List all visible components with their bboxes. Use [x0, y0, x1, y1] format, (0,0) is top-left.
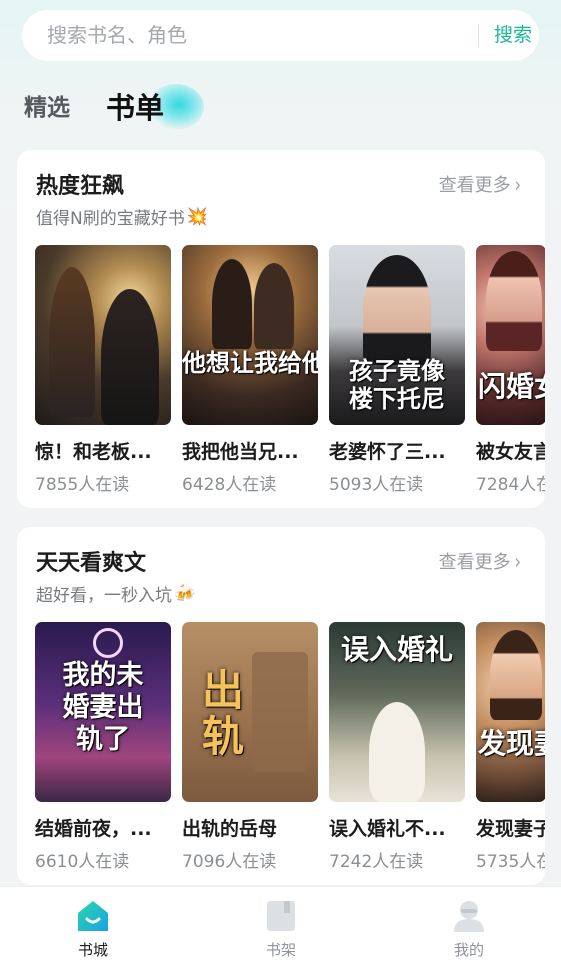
book-cover: 我的未婚妻出轨了 — [35, 622, 171, 802]
book-cover: 他想让我给他生孩子 — [182, 245, 318, 425]
book-cover: 孩子竟像楼下托尼 — [329, 245, 465, 425]
nav-item-bookshelf[interactable]: 书架 — [221, 887, 341, 974]
book-title: 被女友言 — [476, 441, 545, 463]
book-shelf-icon — [267, 901, 295, 931]
see-more-link[interactable]: 查看更多 › — [439, 548, 521, 574]
book-title: 老婆怀了三... — [329, 441, 446, 463]
cheers-emoji-icon: 🍻 — [174, 583, 196, 604]
cover-building — [252, 652, 308, 772]
cover-title: 孩子竟像楼下托尼 — [349, 356, 445, 413]
book-card[interactable]: 闪婚女 被女友言 7284人在 — [476, 245, 545, 495]
book-title: 发现妻子 — [476, 818, 545, 840]
cover-figure — [363, 255, 431, 365]
book-readers: 7242人在读 — [329, 852, 424, 872]
cover-figure — [101, 289, 159, 425]
book-readers: 5735人在 — [476, 852, 545, 872]
cover-title: 误入婚礼 — [340, 633, 453, 666]
book-readers: 7284人在 — [476, 475, 545, 495]
chevron-right-icon: › — [514, 548, 521, 574]
search-divider — [478, 24, 479, 47]
cover-figure — [49, 267, 95, 417]
book-title: 结婚前夜，... — [35, 818, 152, 840]
search-bar: 搜索书名、角色 搜索 — [22, 10, 539, 61]
cover-moon-icon — [93, 628, 123, 658]
top-tabs: 精选 书单 — [24, 84, 324, 132]
search-button[interactable]: 搜索 — [494, 10, 532, 61]
section-card-daily: 天天看爽文 查看更多 › 超好看，一秒入坑 🍻 我的未婚妻出轨了 结婚前夜，..… — [17, 527, 545, 885]
tab-featured[interactable]: 精选 — [24, 84, 70, 132]
book-row: 惊！和老板... 7855人在读 他想让我给他生孩子 我把他当兄... 6428… — [35, 245, 545, 505]
book-title: 出轨的岳母 — [182, 818, 278, 840]
section-card-hot: 热度狂飙 查看更多 › 值得N刷的宝藏好书 💥 惊！和老板... 7855人在读… — [17, 150, 545, 508]
book-readers: 7096人在读 — [182, 852, 277, 872]
section-subtitle-text: 超好看，一秒入坑 — [36, 586, 172, 606]
nav-label: 书城 — [77, 941, 108, 959]
nav-item-profile[interactable]: 我的 — [409, 887, 529, 974]
cover-title: 闪婚女 — [478, 370, 545, 403]
see-more-link[interactable]: 查看更多 › — [439, 171, 521, 197]
explosion-emoji-icon: 💥 — [186, 206, 208, 227]
book-readers: 6428人在读 — [182, 475, 277, 495]
book-card[interactable]: 惊！和老板... 7855人在读 — [35, 245, 171, 495]
book-row: 我的未婚妻出轨了 结婚前夜，... 6610人在读 出轨 出轨的岳母 7096人… — [35, 622, 545, 882]
book-cover: 发现妻 — [476, 622, 545, 802]
book-card[interactable]: 孩子竟像楼下托尼 老婆怀了三... 5093人在读 — [329, 245, 465, 495]
section-subtitle: 超好看，一秒入坑 🍻 — [36, 581, 196, 607]
nav-label: 书架 — [265, 941, 296, 959]
section-title: 热度狂飙 — [36, 174, 125, 199]
see-more-label: 查看更多 — [438, 175, 511, 196]
cover-figure — [490, 630, 542, 720]
section-subtitle-text: 值得N刷的宝藏好书 — [36, 209, 185, 229]
book-readers: 5093人在读 — [329, 475, 424, 495]
cover-figure — [212, 259, 252, 349]
book-card[interactable]: 出轨 出轨的岳母 7096人在读 — [182, 622, 318, 872]
cover-title: 我的未婚妻出轨了 — [62, 660, 144, 755]
book-card[interactable]: 他想让我给他生孩子 我把他当兄... 6428人在读 — [182, 245, 318, 495]
book-title: 误入婚礼不... — [329, 818, 446, 840]
book-readers: 6610人在读 — [35, 852, 130, 872]
book-cover: 闪婚女 — [476, 245, 545, 425]
home-icon — [78, 901, 108, 931]
book-card[interactable]: 我的未婚妻出轨了 结婚前夜，... 6610人在读 — [35, 622, 171, 872]
profile-icon — [454, 901, 484, 932]
book-cover: 出轨 — [182, 622, 318, 802]
book-cover: 误入婚礼 — [329, 622, 465, 802]
cover-title: 出轨 — [201, 666, 244, 761]
cover-figure — [369, 702, 425, 802]
cover-figure — [254, 263, 294, 349]
book-card[interactable]: 发现妻 发现妻子 5735人在 — [476, 622, 545, 872]
tab-booklist-label: 书单 — [106, 91, 165, 125]
section-title: 天天看爽文 — [36, 551, 147, 576]
book-title: 惊！和老板... — [35, 441, 152, 463]
cover-title: 他想让我给他生孩子 — [182, 348, 318, 377]
see-more-label: 查看更多 — [438, 552, 511, 573]
search-input[interactable]: 搜索书名、角色 — [47, 10, 187, 61]
book-title: 我把他当兄... — [182, 441, 299, 463]
book-card[interactable]: 误入婚礼 误入婚礼不... 7242人在读 — [329, 622, 465, 872]
cover-figure — [486, 251, 542, 351]
bottom-nav: 书城 书架 我的 — [0, 886, 561, 974]
nav-label: 我的 — [453, 941, 484, 959]
nav-item-bookstore[interactable]: 书城 — [33, 887, 153, 974]
book-readers: 7855人在读 — [35, 475, 130, 495]
chevron-right-icon: › — [514, 171, 521, 197]
tab-booklist[interactable]: 书单 — [106, 84, 164, 132]
cover-title: 发现妻 — [478, 727, 545, 760]
book-cover — [35, 245, 171, 425]
section-subtitle: 值得N刷的宝藏好书 💥 — [36, 204, 208, 230]
